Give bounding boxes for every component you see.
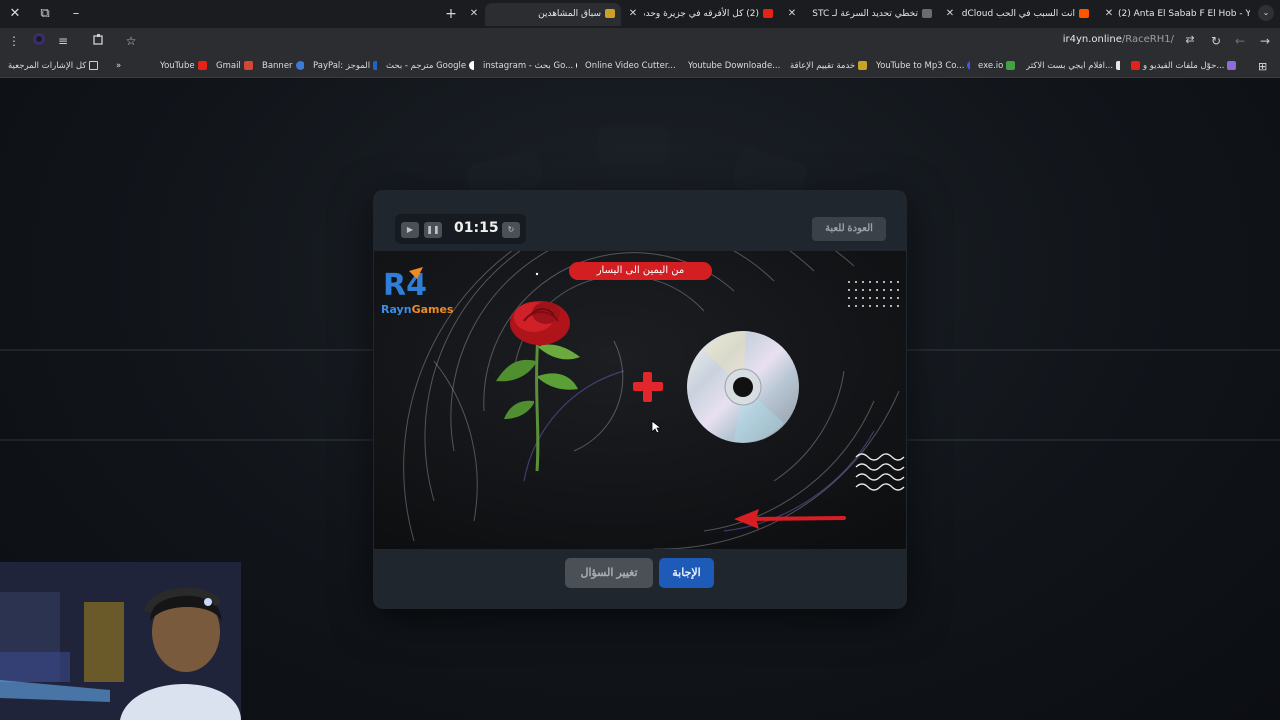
profile-avatar-icon[interactable] bbox=[30, 32, 48, 50]
tab-soundcloud[interactable]: انت السبب في الحب oundCloud bbox=[961, 3, 1093, 26]
media-controls-icon[interactable]: ≡ bbox=[54, 32, 72, 50]
extensions-icon[interactable] bbox=[90, 32, 108, 50]
question-card: ▶ ❚❚ 01:15 ↻ العودة للعبة R4 RaynGames م… bbox=[373, 190, 907, 609]
reset-timer-icon[interactable]: ↻ bbox=[502, 222, 520, 238]
cd-disc-image bbox=[687, 331, 799, 443]
bookmark-egybest[interactable]: افلام ايجي بست الاكثر... bbox=[1026, 59, 1120, 74]
timer-controls: ▶ ❚❚ 01:15 ↻ bbox=[395, 214, 526, 244]
avatar-icon bbox=[1227, 61, 1237, 70]
star-dot bbox=[535, 272, 539, 276]
mouse-cursor-icon bbox=[651, 420, 661, 434]
egybest-icon bbox=[1116, 61, 1120, 70]
rayngames-logo: R4 RaynGames bbox=[381, 267, 454, 316]
tab-stc[interactable]: تخطي تحديد السرعة لـ STC bbox=[806, 3, 936, 26]
play-icon[interactable]: ▶ bbox=[401, 222, 419, 238]
tab-close-icon[interactable]: ✕ bbox=[1102, 5, 1116, 23]
tab-close-icon[interactable]: ✕ bbox=[467, 5, 481, 23]
change-question-button[interactable]: تغيير السؤال bbox=[565, 558, 653, 588]
folder-icon bbox=[89, 61, 99, 70]
bookmark-google-translate[interactable]: مترجم - بحث Google bbox=[386, 59, 474, 74]
bookmark-video-cutter[interactable]: Online Video Cutter... bbox=[585, 59, 679, 74]
bookmark-disability-service[interactable]: خدمة تقييم الإعاقة bbox=[790, 59, 868, 74]
service-icon bbox=[858, 61, 868, 70]
pause-icon[interactable]: ❚❚ bbox=[424, 222, 442, 238]
background-decoration bbox=[597, 127, 669, 165]
answer-button[interactable]: الإجابة bbox=[659, 558, 714, 588]
question-image: R4 RaynGames من اليمين الى اليسار bbox=[374, 251, 906, 549]
paypal-icon bbox=[373, 61, 377, 70]
bookmark-gmail[interactable]: Gmail bbox=[216, 59, 254, 74]
bookmark-paypal[interactable]: PayPal: الموجز bbox=[313, 59, 377, 74]
tab-youtube-song[interactable]: (2) Anta El Sabab F El Hob - You bbox=[1118, 3, 1250, 26]
gmail-icon bbox=[243, 61, 253, 70]
new-tab-button[interactable]: + bbox=[443, 4, 459, 24]
browser-menu-icon[interactable]: ⋮ bbox=[5, 32, 23, 50]
back-to-game-button[interactable]: العودة للعبة bbox=[812, 217, 886, 241]
star-trail-background bbox=[374, 251, 906, 549]
tab-close-icon[interactable]: ✕ bbox=[943, 5, 957, 23]
address-bar[interactable]: ir4yn.online/RaceRH1/ ⇄ bbox=[146, 31, 1200, 52]
bookmark-video-converter[interactable]: حوّل ملفات الفيديو و... bbox=[1128, 59, 1244, 74]
url-text: ir4yn.online/RaceRH1/ bbox=[1062, 34, 1174, 45]
site-settings-icon[interactable]: ⇄ bbox=[1182, 33, 1198, 49]
webcam-overlay bbox=[0, 562, 241, 720]
bookmarks-bar: كل الإشارات المرجعية » YouTube Gmail Ban… bbox=[0, 55, 1280, 78]
converter-icon bbox=[1131, 61, 1140, 70]
tab-close-icon[interactable]: ✕ bbox=[785, 5, 799, 23]
tab-search-chevron-icon[interactable]: ⌄ bbox=[1258, 5, 1274, 21]
timer-display: 01:15 bbox=[454, 220, 499, 236]
google-icon bbox=[469, 61, 474, 70]
bookmark-star-icon[interactable]: ☆ bbox=[122, 32, 140, 50]
direction-hint-badge: من اليمين الى اليسار bbox=[569, 262, 712, 280]
browser-window: ✕ ⧉ – + ✕ سباق المشاهدين ✕ (2) كل الأفرق… bbox=[0, 0, 1280, 720]
bookmarks-overflow-chevron-icon[interactable]: » bbox=[116, 59, 128, 74]
minimize-window-icon[interactable]: – bbox=[65, 4, 87, 24]
bookmark-exe-io[interactable]: exe.io bbox=[978, 59, 1020, 74]
youtube-favicon-icon bbox=[763, 9, 773, 18]
exe-io-icon bbox=[1006, 61, 1016, 70]
tab-strip: ✕ ⧉ – + ✕ سباق المشاهدين ✕ (2) كل الأفرق… bbox=[0, 0, 1280, 28]
youtube-icon bbox=[197, 61, 207, 70]
reload-icon[interactable]: ↻ bbox=[1207, 32, 1225, 50]
restore-window-icon[interactable]: ⧉ bbox=[34, 4, 56, 24]
bookmark-instagram-search[interactable]: instagram - بحث Go... bbox=[483, 59, 577, 74]
race-favicon-icon bbox=[605, 9, 615, 18]
bookmark-youtube-mp3[interactable]: YouTube to Mp3 Co... bbox=[876, 59, 970, 74]
tab-close-icon[interactable]: ✕ bbox=[626, 5, 640, 23]
close-window-icon[interactable]: ✕ bbox=[4, 4, 26, 24]
back-icon[interactable]: → bbox=[1256, 32, 1274, 50]
banner-icon bbox=[295, 61, 304, 70]
audio-favicon-icon bbox=[922, 9, 932, 18]
forward-icon[interactable]: ← bbox=[1231, 32, 1249, 50]
svg-text:R4: R4 bbox=[383, 268, 427, 303]
tab-race[interactable]: سباق المشاهدين bbox=[485, 3, 621, 26]
tab-youtube-island[interactable]: (2) كل الأفرقه في جزيرة وحدة! #2 bbox=[644, 3, 777, 26]
bookmark-banner[interactable]: Banner bbox=[262, 59, 304, 74]
apps-grid-icon[interactable]: ⊞ bbox=[1258, 59, 1272, 74]
all-bookmarks-folder[interactable]: كل الإشارات المرجعية bbox=[8, 59, 100, 74]
google-icon bbox=[576, 61, 577, 70]
bookmark-youtube-downloader[interactable]: Youtube Downloade... bbox=[688, 59, 782, 74]
mp3-icon bbox=[967, 61, 970, 70]
bookmark-youtube[interactable]: YouTube bbox=[160, 59, 208, 74]
soundcloud-favicon-icon bbox=[1079, 9, 1089, 18]
streamer-video bbox=[0, 562, 241, 720]
browser-toolbar: ⋮ ≡ ☆ ir4yn.online/RaceRH1/ ⇄ ↻ ← → bbox=[0, 28, 1280, 55]
